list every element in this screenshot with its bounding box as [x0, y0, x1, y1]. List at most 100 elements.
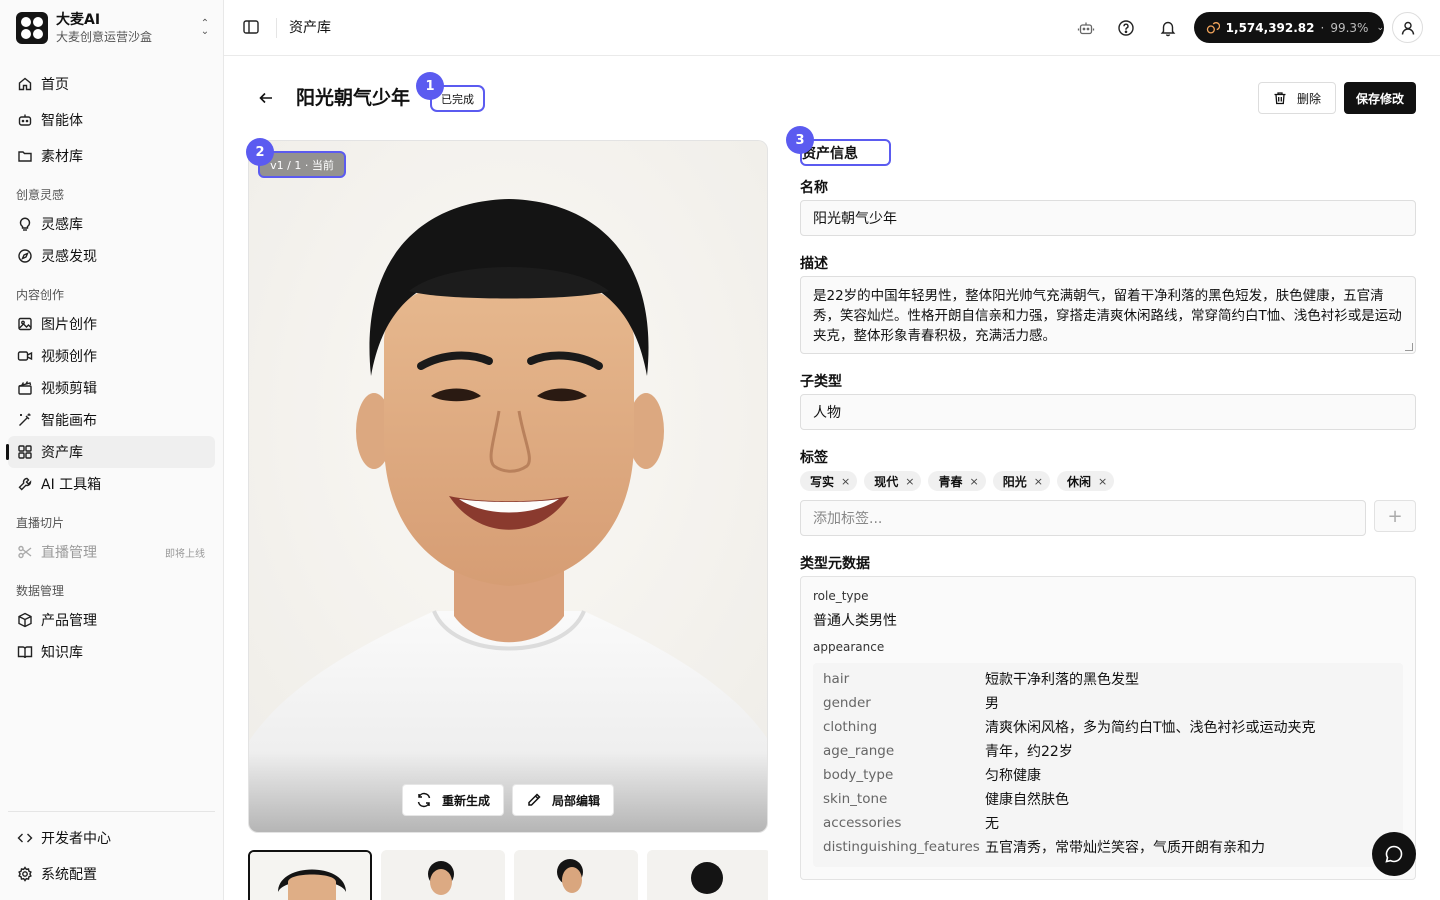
- remove-tag-icon[interactable]: ×: [905, 475, 914, 488]
- description-textarea[interactable]: 是22岁的中国年轻男性，整体阳光帅气充满朝气，留着干净利落的黑色短发，肤色健康，…: [800, 276, 1416, 354]
- wrench-icon: [17, 476, 33, 492]
- resize-handle[interactable]: [1405, 343, 1413, 351]
- credits-amount: 1,574,392.82: [1225, 20, 1315, 35]
- sidebar-item-inspiration-discover[interactable]: 灵感发现: [8, 240, 215, 272]
- nav-group-title: 内容创作: [16, 288, 65, 302]
- remove-tag-icon[interactable]: ×: [1034, 475, 1043, 488]
- trash-icon: [1274, 92, 1286, 105]
- sidebar-item-label: 视频剪辑: [41, 381, 97, 397]
- sidebar-item-label: 素材库: [41, 149, 83, 165]
- save-button[interactable]: 保存修改: [1344, 82, 1416, 114]
- sidebar-item-video-creation[interactable]: 视频创作: [8, 340, 215, 372]
- sidebar-toggle-icon[interactable]: [242, 18, 260, 36]
- tag-chip: 青春 ×: [928, 471, 986, 491]
- asset-image-preview[interactable]: [248, 140, 768, 833]
- nav-group-title: 数据管理: [16, 584, 65, 598]
- sidebar-item-inspiration-library[interactable]: 灵感库: [8, 208, 215, 240]
- credits-percent: 99.3%: [1330, 20, 1369, 35]
- regenerate-button[interactable]: 重新生成: [402, 784, 504, 816]
- portrait-image: [249, 141, 767, 832]
- subtype-input[interactable]: 人物: [800, 394, 1416, 430]
- sidebar-item-agents[interactable]: 智能体: [8, 104, 215, 136]
- magic-wand-icon: [17, 412, 33, 428]
- table-row: hair 短款干净利落的黑色发型: [823, 671, 1139, 688]
- table-row: body_type 匀称健康: [823, 767, 1041, 784]
- sidebar-item-system-settings[interactable]: 系统配置: [8, 856, 215, 892]
- robot-icon[interactable]: [1075, 17, 1097, 39]
- tag-chip: 写实 ×: [800, 471, 858, 491]
- brand-name: 大麦AI: [56, 11, 101, 28]
- user-avatar[interactable]: [1392, 12, 1423, 43]
- sidebar-item-label: 灵感库: [41, 217, 83, 233]
- back-button[interactable]: [256, 88, 276, 108]
- sidebar-item-label: 直播管理: [41, 545, 97, 561]
- sidebar-item-label: 产品管理: [41, 613, 97, 629]
- image-gradient-overlay: [249, 752, 767, 832]
- metadata-key: role_type: [813, 589, 869, 603]
- sidebar-item-label: 首页: [41, 77, 69, 93]
- sidebar-item-ai-toolbox[interactable]: AI 工具箱: [8, 468, 215, 500]
- tag-chip: 休闲 ×: [1056, 471, 1115, 491]
- add-tag-input[interactable]: 添加标签...: [800, 500, 1366, 536]
- add-tag-button[interactable]: +: [1374, 500, 1416, 532]
- local-edit-button[interactable]: 局部编辑: [512, 784, 614, 816]
- thumbnail[interactable]: [647, 850, 768, 900]
- table-row: skin_tone 健康自然肤色: [823, 791, 1069, 808]
- nav-group-title: 直播切片: [16, 516, 65, 530]
- tag-chip: 阳光 ×: [992, 471, 1050, 491]
- box-icon: [17, 612, 33, 628]
- sidebar-item-asset-library[interactable]: 资产库: [6, 436, 215, 468]
- remove-tag-icon[interactable]: ×: [969, 475, 978, 488]
- annotation-marker: 3: [786, 126, 814, 154]
- table-row: distinguishing_features 五官清秀，常带灿烂笑容，气质开朗有…: [823, 839, 1265, 856]
- table-row: age_range 青年，约22岁: [823, 743, 1073, 760]
- sidebar-item-knowledge-base[interactable]: 知识库: [8, 636, 215, 668]
- sidebar-item-home[interactable]: 首页: [8, 68, 215, 100]
- name-input[interactable]: 阳光朝气少年: [800, 200, 1416, 236]
- credits-balance-button[interactable]: 1,574,392.82 · 99.3% ⌄: [1194, 12, 1384, 43]
- sidebar-item-label: 知识库: [41, 645, 83, 661]
- thumbnail[interactable]: [381, 850, 505, 900]
- sidebar-item-label: 灵感发现: [41, 249, 97, 265]
- refresh-icon: [417, 792, 431, 808]
- video-icon: [17, 348, 33, 364]
- sidebar-item-label: 视频创作: [41, 349, 97, 365]
- user-icon: [1401, 21, 1414, 35]
- sidebar-item-materials[interactable]: 素材库: [8, 140, 215, 172]
- tag-chip: 现代 ×: [864, 471, 922, 491]
- sidebar-item-label: 智能体: [41, 113, 83, 129]
- sidebar-item-smart-canvas[interactable]: 智能画布: [8, 404, 215, 436]
- topbar-divider: [276, 18, 277, 38]
- remove-tag-icon[interactable]: ×: [1098, 475, 1107, 488]
- help-icon[interactable]: [1115, 17, 1137, 39]
- brand-logo: [16, 12, 48, 44]
- bell-icon[interactable]: [1157, 17, 1179, 39]
- clapperboard-icon: [17, 380, 33, 396]
- chevron-down-icon: ⌄: [1376, 22, 1384, 33]
- description-text: 是22岁的中国年轻男性，整体阳光帅气充满朝气，留着干净利落的黑色短发，肤色健康，…: [813, 288, 1402, 344]
- remove-tag-icon[interactable]: ×: [841, 475, 850, 488]
- metadata-label: 类型元数据: [800, 556, 870, 572]
- sidebar-item-video-editing[interactable]: 视频剪辑: [8, 372, 215, 404]
- workspace-switcher[interactable]: 大麦AI 大麦创意运营沙盒 ⌃ ⌄: [16, 11, 212, 45]
- sidebar-item-image-creation[interactable]: 图片创作: [8, 308, 215, 340]
- sidebar-item-developer-center[interactable]: 开发者中心: [8, 820, 215, 856]
- sidebar-item-product-management[interactable]: 产品管理: [8, 604, 215, 636]
- delete-button[interactable]: 删除: [1258, 82, 1336, 114]
- brand-subtitle: 大麦创意运营沙盒: [56, 29, 153, 44]
- thumbnail[interactable]: [248, 850, 372, 900]
- local-edit-label: 局部编辑: [551, 793, 600, 808]
- sidebar-item-label: 资产库: [41, 445, 83, 461]
- description-label: 描述: [800, 256, 828, 272]
- sidebar-footer: 开发者中心 系统配置: [8, 811, 215, 892]
- book-icon: [17, 644, 33, 660]
- image-icon: [17, 316, 33, 332]
- bot-icon: [17, 112, 33, 128]
- arrow-left-icon: [259, 92, 272, 104]
- thumbnail[interactable]: [514, 850, 638, 900]
- folder-icon: [17, 148, 33, 164]
- code-icon: [17, 830, 33, 846]
- tag-list: 写实 × 现代 × 青春 × 阳光 × 休闲 ×: [800, 471, 1121, 491]
- chat-button[interactable]: [1372, 832, 1416, 876]
- metadata-panel: role_type 普通人类男性 appearance hair 短款干净利落的黑…: [800, 576, 1416, 880]
